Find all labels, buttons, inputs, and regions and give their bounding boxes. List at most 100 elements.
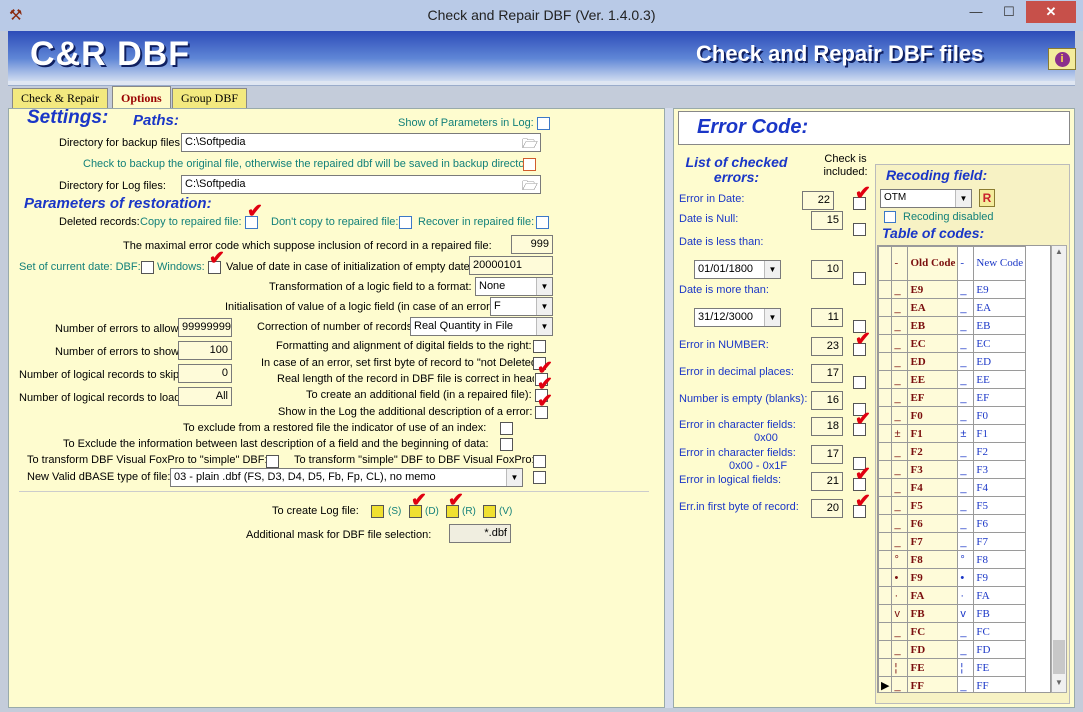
- info-button[interactable]: i: [1048, 48, 1076, 70]
- codes-table[interactable]: - Old Code - New Code _ E9 _ E9 _ EA _ EA _ EB _ EB _ EC…: [877, 245, 1051, 693]
- char-cell[interactable]: _: [957, 532, 975, 551]
- error-code-field[interactable]: 16: [811, 391, 843, 410]
- error-date-select[interactable]: 01/01/1800 ▼: [694, 260, 781, 279]
- char-cell[interactable]: v: [891, 604, 909, 623]
- show-params-log-checkbox[interactable]: [537, 117, 550, 130]
- char-cell[interactable]: _: [891, 316, 909, 335]
- new-code-cell[interactable]: F1: [973, 424, 1027, 443]
- new-code-cell[interactable]: FE: [973, 658, 1027, 677]
- recover-repaired-checkbox[interactable]: [536, 216, 549, 229]
- new-code-cell[interactable]: FB: [973, 604, 1027, 623]
- char-cell[interactable]: ±: [891, 424, 909, 443]
- codes-row[interactable]: _ F5 _ F5: [878, 496, 1027, 515]
- error-code-field[interactable]: 11: [811, 308, 843, 327]
- char-cell[interactable]: _: [957, 298, 975, 317]
- chevron-down-icon[interactable]: ▼: [764, 261, 780, 278]
- old-code-cell[interactable]: F7: [907, 532, 959, 551]
- old-code-cell[interactable]: F1: [907, 424, 959, 443]
- codes-row[interactable]: _ F7 _ F7: [878, 532, 1027, 551]
- vfp-to-simple-checkbox[interactable]: [266, 455, 279, 468]
- init-date-field[interactable]: 20000101: [469, 256, 553, 275]
- char-cell[interactable]: °: [957, 550, 975, 569]
- old-code-cell[interactable]: FC: [907, 622, 959, 641]
- char-cell[interactable]: ¦: [891, 658, 909, 677]
- char-cell[interactable]: _: [957, 316, 975, 335]
- char-cell[interactable]: _: [957, 370, 975, 389]
- char-cell[interactable]: _: [957, 478, 975, 497]
- new-code-cell[interactable]: EE: [973, 370, 1027, 389]
- panel-splitter[interactable]: [665, 108, 673, 708]
- maximize-button[interactable]: ☐: [993, 1, 1025, 23]
- correction-select[interactable]: Real Quantity in File ▼: [410, 317, 553, 336]
- new-code-cell[interactable]: EF: [973, 388, 1027, 407]
- scroll-thumb[interactable]: [1053, 640, 1065, 674]
- close-button[interactable]: ✕: [1026, 1, 1076, 23]
- char-cell[interactable]: _: [891, 640, 909, 659]
- char-cell[interactable]: _: [957, 496, 975, 515]
- codes-row[interactable]: v FB v FB: [878, 604, 1027, 623]
- old-code-cell[interactable]: F3: [907, 460, 959, 479]
- codes-row[interactable]: _ F2 _ F2: [878, 442, 1027, 461]
- error-code-field[interactable]: 21: [811, 472, 843, 491]
- old-code-cell[interactable]: EC: [907, 334, 959, 353]
- codes-row[interactable]: • F9 • F9: [878, 568, 1027, 587]
- new-code-cell[interactable]: F3: [973, 460, 1027, 479]
- old-code-cell[interactable]: F4: [907, 478, 959, 497]
- codes-row[interactable]: _ EE _ EE: [878, 370, 1027, 389]
- load-field[interactable]: All: [178, 387, 232, 406]
- codes-row[interactable]: _ ED _ ED: [878, 352, 1027, 371]
- old-code-cell[interactable]: FD: [907, 640, 959, 659]
- new-code-cell[interactable]: E9: [973, 280, 1027, 299]
- new-code-cell[interactable]: F9: [973, 568, 1027, 587]
- char-cell[interactable]: _: [957, 280, 975, 299]
- char-cell[interactable]: ±: [957, 424, 975, 443]
- log-v-checkbox[interactable]: [483, 505, 496, 518]
- char-cell[interactable]: _: [891, 622, 909, 641]
- minimize-button[interactable]: —: [960, 1, 992, 23]
- format-align-checkbox[interactable]: [533, 340, 546, 353]
- error-include-checkbox[interactable]: [853, 272, 866, 285]
- new-code-cell[interactable]: F0: [973, 406, 1027, 425]
- backup-original-checkbox[interactable]: [523, 158, 536, 171]
- char-cell[interactable]: _: [891, 370, 909, 389]
- error-code-field[interactable]: 17: [811, 364, 843, 383]
- char-cell[interactable]: _: [891, 532, 909, 551]
- char-cell[interactable]: •: [891, 568, 909, 587]
- char-cell[interactable]: _: [891, 298, 909, 317]
- old-code-cell[interactable]: EA: [907, 298, 959, 317]
- log-dir-field[interactable]: C:\Softpedia 🗁: [181, 175, 541, 194]
- chevron-down-icon[interactable]: ▼: [506, 469, 522, 486]
- error-code-field[interactable]: 22: [802, 191, 834, 210]
- char-cell[interactable]: ¦: [957, 658, 975, 677]
- codes-row[interactable]: _ FC _ FC: [878, 622, 1027, 641]
- date-dbf-checkbox[interactable]: [141, 261, 154, 274]
- old-code-cell[interactable]: F0: [907, 406, 959, 425]
- chevron-down-icon[interactable]: ▼: [536, 278, 552, 295]
- error-code-field[interactable]: 23: [811, 337, 843, 356]
- codes-row[interactable]: ° F8 ° F8: [878, 550, 1027, 569]
- char-cell[interactable]: _: [957, 442, 975, 461]
- new-code-cell[interactable]: F7: [973, 532, 1027, 551]
- codes-row[interactable]: _ EF _ EF: [878, 388, 1027, 407]
- codes-row[interactable]: _ F0 _ F0: [878, 406, 1027, 425]
- char-cell[interactable]: _: [957, 622, 975, 641]
- new-code-cell[interactable]: EC: [973, 334, 1027, 353]
- old-code-cell[interactable]: E9: [907, 280, 959, 299]
- char-cell[interactable]: _: [957, 352, 975, 371]
- dont-copy-checkbox[interactable]: [399, 216, 412, 229]
- new-code-cell[interactable]: ED: [973, 352, 1027, 371]
- recode-r-button[interactable]: R: [979, 189, 995, 207]
- chevron-down-icon[interactable]: ▼: [955, 190, 971, 207]
- recoding-select[interactable]: OTM ▼: [880, 189, 972, 208]
- error-code-field[interactable]: 20: [811, 499, 843, 518]
- new-code-cell[interactable]: EB: [973, 316, 1027, 335]
- scroll-down-icon[interactable]: ▼: [1052, 678, 1066, 687]
- skip-field[interactable]: 0: [178, 364, 232, 383]
- old-code-cell[interactable]: F6: [907, 514, 959, 533]
- char-cell[interactable]: _: [891, 496, 909, 515]
- old-code-cell[interactable]: FA: [907, 586, 959, 605]
- old-code-cell[interactable]: FF: [907, 676, 959, 692]
- tab-options[interactable]: Options: [112, 86, 171, 109]
- dbase-type-checkbox[interactable]: [533, 471, 546, 484]
- log-s-checkbox[interactable]: [371, 505, 384, 518]
